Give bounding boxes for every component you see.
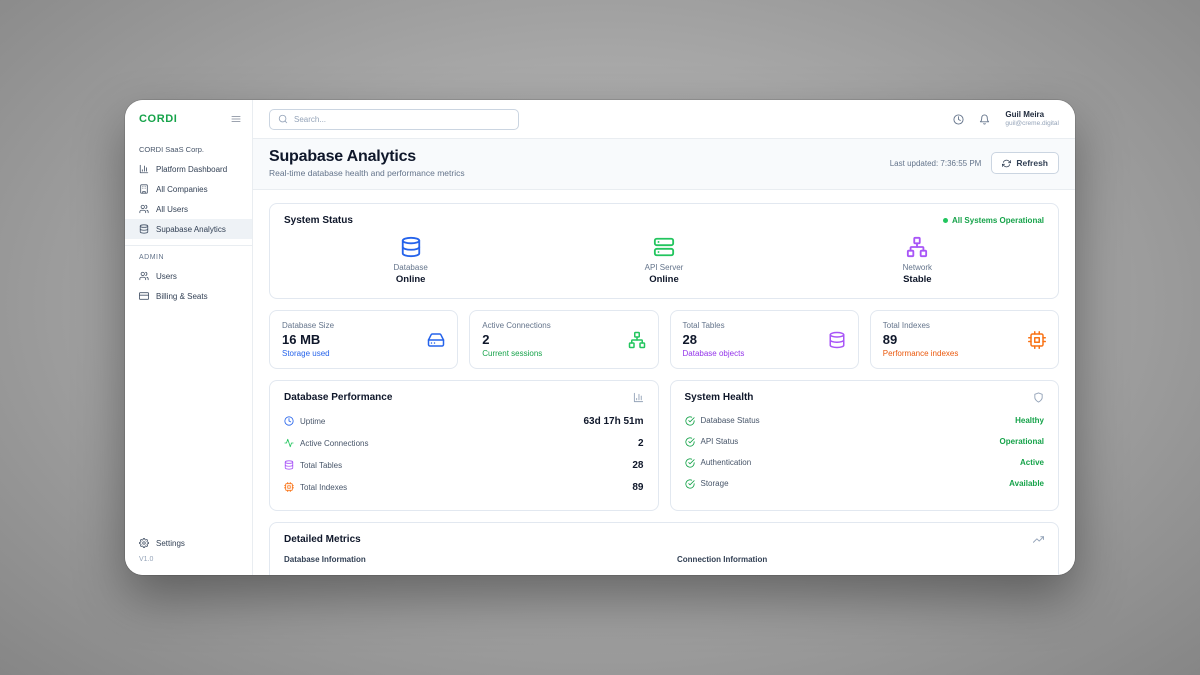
sidebar-divider [125, 245, 252, 246]
users-icon [139, 204, 149, 214]
metric-card-total-indexes: Total Indexes 89 Performance indexes [870, 310, 1059, 369]
check-circle-icon [685, 458, 695, 468]
perf-row-total-indexes: Total Indexes 89 [284, 476, 644, 498]
database-icon [828, 331, 846, 349]
status-dot-icon [943, 218, 948, 223]
sidebar-item-settings[interactable]: Settings [125, 533, 252, 553]
activity-icon [284, 438, 294, 448]
page-title: Supabase Analytics [269, 148, 465, 166]
server-icon [653, 236, 675, 258]
bar-chart-icon [139, 164, 149, 174]
sidebar-item-label: Platform Dashboard [156, 165, 227, 174]
cpu-icon [1028, 331, 1046, 349]
detailed-metrics-title: Detailed Metrics [284, 534, 361, 545]
detail-row-active-connections: Active Connections: 2 [677, 572, 1044, 575]
cpu-icon [284, 482, 294, 492]
perf-row-total-tables: Total Tables 28 [284, 454, 644, 476]
detail-row-database-size: Database Size: 16 MB [284, 572, 651, 575]
database-performance-card: Database Performance Uptime [269, 380, 659, 511]
metric-card-database-size: Database Size 16 MB Storage used [269, 310, 458, 369]
building-icon [139, 184, 149, 194]
health-row-api-status: API Status Operational [685, 431, 1045, 452]
check-circle-icon [685, 479, 695, 489]
trending-up-icon [1033, 534, 1044, 545]
app-window: CORDI CORDI SaaS Corp. Platform Dashboar… [125, 100, 1075, 575]
check-circle-icon [685, 437, 695, 447]
metric-card-active-connections: Active Connections 2 Current sessions [469, 310, 658, 369]
network-icon [906, 236, 928, 258]
clock-icon[interactable] [953, 114, 964, 125]
sidebar-item-billing-seats[interactable]: Billing & Seats [125, 286, 252, 306]
perf-row-uptime: Uptime 63d 17h 51m [284, 410, 644, 432]
sidebar-item-supabase-analytics[interactable]: Supabase Analytics [125, 219, 252, 239]
connection-information-column: Connection Information Active Connection… [677, 555, 1044, 575]
refresh-button[interactable]: Refresh [991, 152, 1059, 174]
shield-icon [1033, 392, 1044, 403]
last-updated-text: Last updated: 7:36:55 PM [890, 159, 982, 168]
search-input[interactable] [294, 115, 510, 124]
sidebar-item-all-users[interactable]: All Users [125, 199, 252, 219]
user-menu[interactable]: Guil Meira guil@creme.digital [1005, 110, 1059, 128]
page-subtitle: Real-time database health and performanc… [269, 168, 465, 178]
refresh-label: Refresh [1016, 158, 1048, 168]
health-row-authentication: Authentication Active [685, 452, 1045, 473]
check-circle-icon [685, 416, 695, 426]
status-badge: All Systems Operational [943, 216, 1044, 225]
admin-section-label: ADMIN [125, 250, 252, 266]
gear-icon [139, 538, 149, 548]
user-name: Guil Meira [1005, 110, 1059, 120]
sidebar: CORDI CORDI SaaS Corp. Platform Dashboar… [125, 100, 253, 575]
topbar: Guil Meira guil@creme.digital [253, 100, 1075, 139]
network-icon [628, 331, 646, 349]
user-email: guil@creme.digital [1005, 120, 1059, 128]
sidebar-item-users[interactable]: Users [125, 266, 252, 286]
metric-card-total-tables: Total Tables 28 Database objects [670, 310, 859, 369]
database-icon [139, 224, 149, 234]
menu-icon[interactable] [230, 113, 242, 125]
status-item-database: Database Online [284, 236, 537, 285]
sidebar-item-label: Settings [156, 539, 185, 548]
sidebar-item-label: Supabase Analytics [156, 225, 226, 234]
system-health-title: System Health [685, 392, 754, 403]
clock-icon [284, 416, 294, 426]
credit-card-icon [139, 291, 149, 301]
system-health-card: System Health Database Status [670, 380, 1060, 511]
perf-row-active-connections: Active Connections 2 [284, 432, 644, 454]
database-icon [284, 460, 294, 470]
search-box[interactable] [269, 109, 519, 130]
content-area: System Status All Systems Operational Da… [253, 190, 1075, 575]
bar-chart-icon [633, 392, 644, 403]
system-status-title: System Status [284, 215, 353, 226]
search-icon [278, 114, 288, 124]
app-logo: CORDI [139, 113, 177, 125]
status-item-api-server: API Server Online [537, 236, 790, 285]
status-item-network: Network Stable [791, 236, 1044, 285]
org-label: CORDI SaaS Corp. [125, 133, 252, 159]
refresh-icon [1002, 159, 1011, 168]
database-information-column: Database Information Database Size: 16 M… [284, 555, 651, 575]
sidebar-item-all-companies[interactable]: All Companies [125, 179, 252, 199]
hard-drive-icon [427, 331, 445, 349]
health-row-database-status: Database Status Healthy [685, 410, 1045, 431]
database-icon [400, 236, 422, 258]
detailed-metrics-card: Detailed Metrics Database Information Da… [269, 522, 1059, 575]
sidebar-item-label: All Users [156, 205, 188, 214]
system-status-card: System Status All Systems Operational Da… [269, 203, 1059, 299]
users-icon [139, 271, 149, 281]
sidebar-item-platform-dashboard[interactable]: Platform Dashboard [125, 159, 252, 179]
database-performance-title: Database Performance [284, 392, 392, 403]
app-version: V1.0 [125, 553, 252, 575]
bell-icon[interactable] [979, 114, 990, 125]
sidebar-item-label: Users [156, 272, 177, 281]
health-row-storage: Storage Available [685, 473, 1045, 494]
page-header: Supabase Analytics Real-time database he… [253, 139, 1075, 190]
sidebar-item-label: Billing & Seats [156, 292, 208, 301]
sidebar-item-label: All Companies [156, 185, 208, 194]
